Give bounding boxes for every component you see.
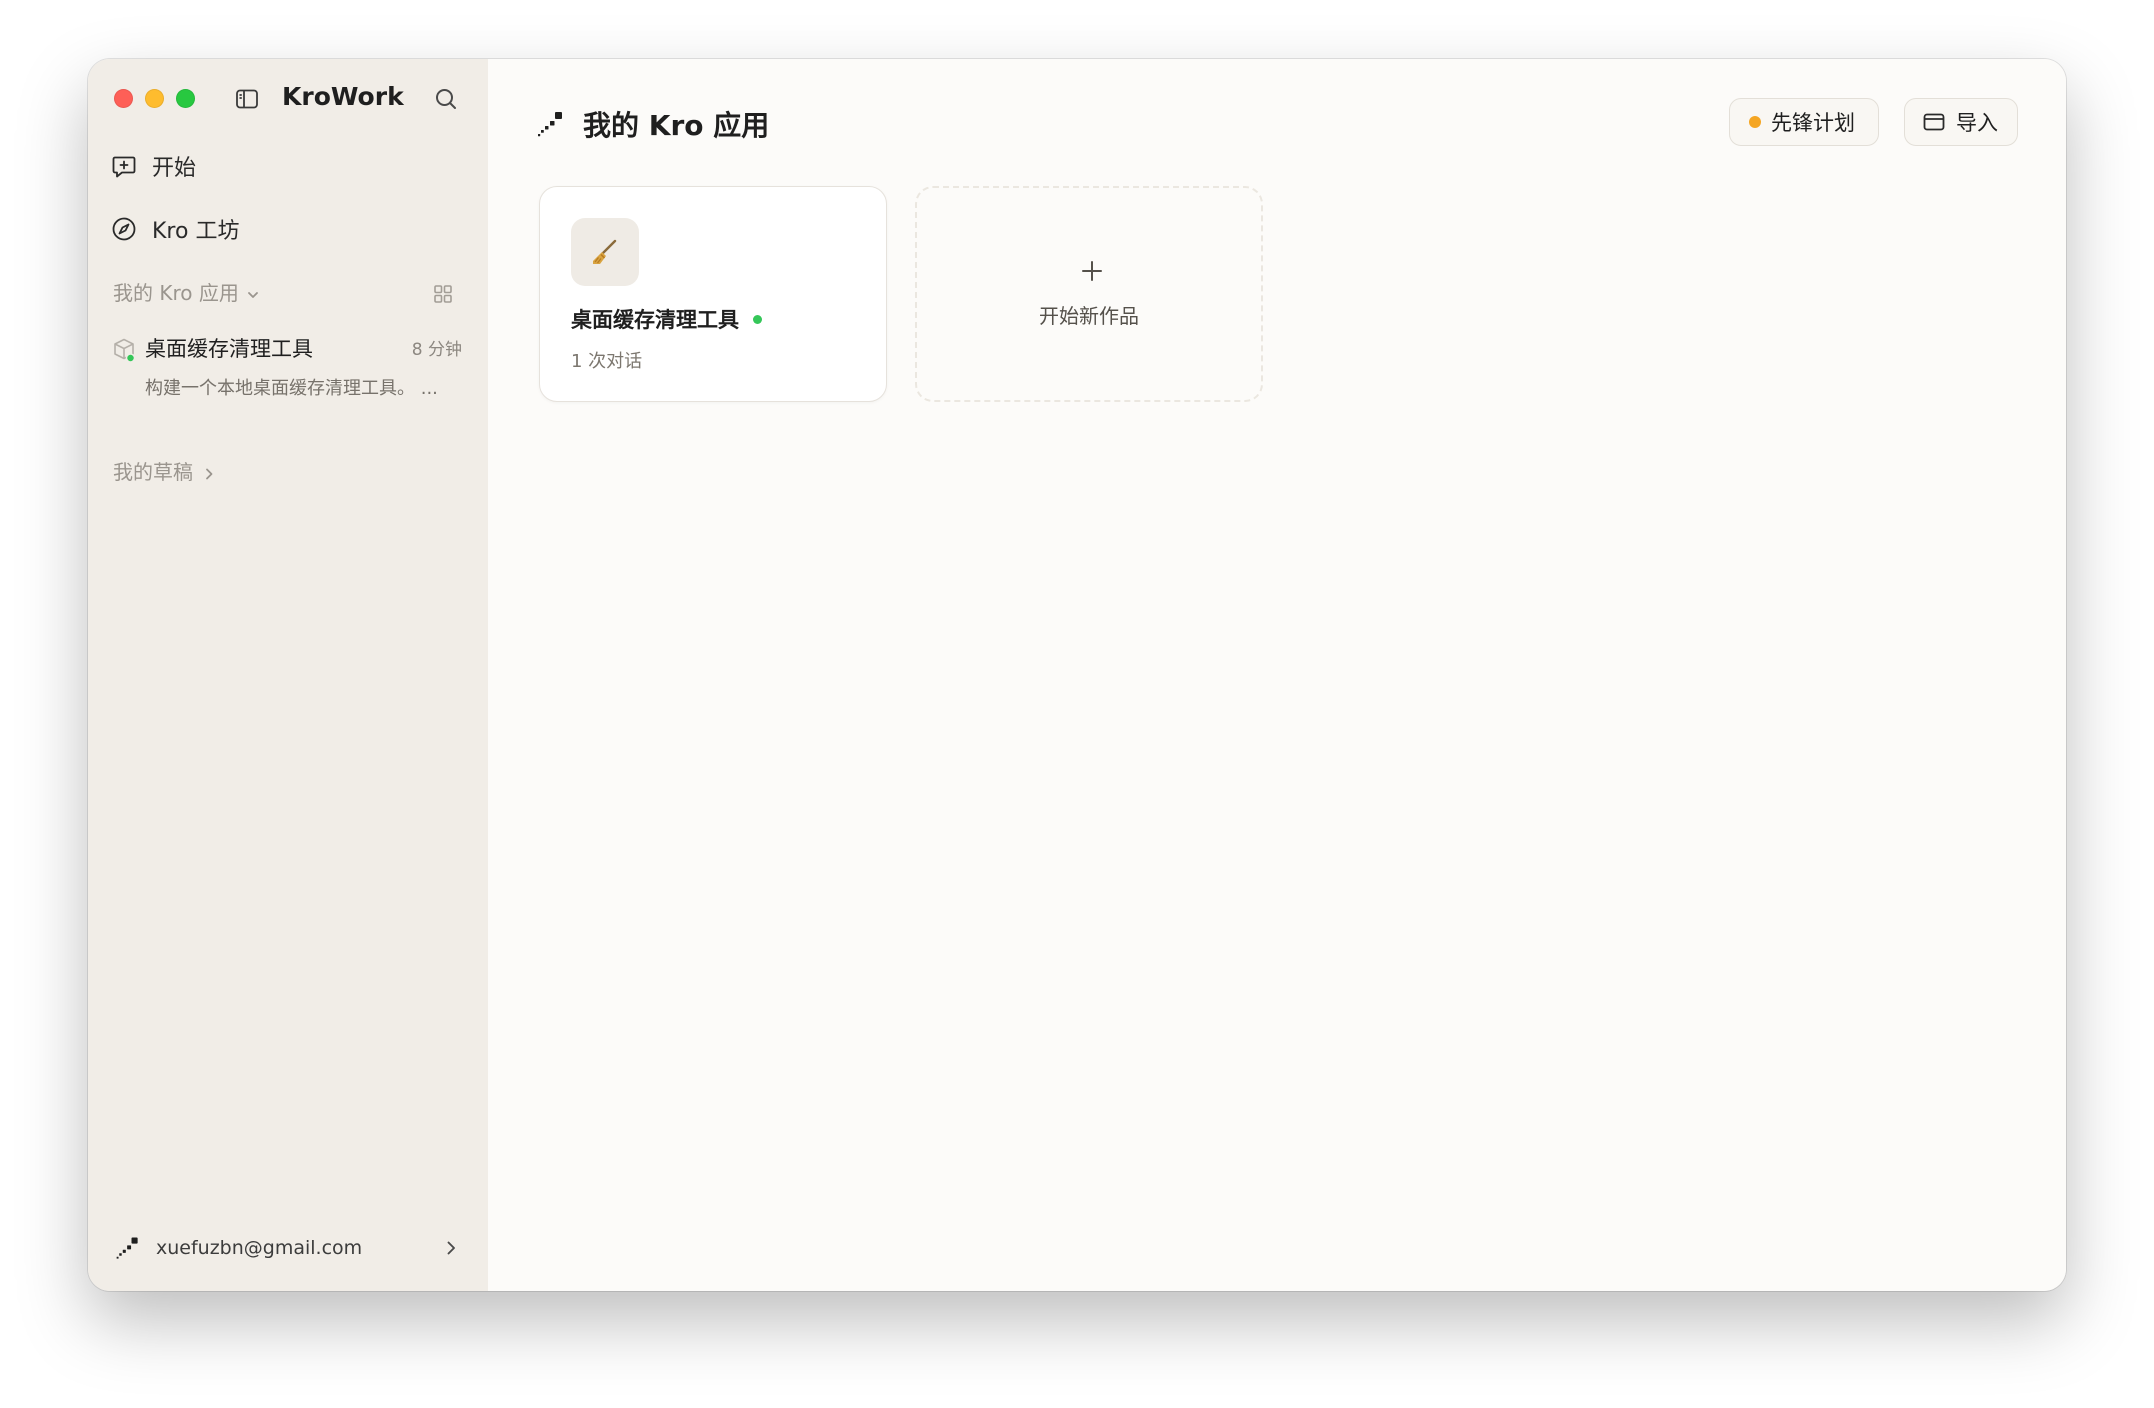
app-description: 构建一个本地桌面缓存清理工具。 ... <box>145 378 438 399</box>
active-status-dot <box>753 314 762 324</box>
account-email: xuefuzbn@gmail.com <box>156 1237 363 1259</box>
button-label: 导入 <box>1956 111 1998 135</box>
app-window: KroWork 开始 Kro 工坊 我的 Kro 应用 桌面缓存清理工具 8 分… <box>88 59 2066 1291</box>
sidebar-item-workshop[interactable]: Kro 工坊 <box>110 207 466 251</box>
chat-plus-icon <box>110 152 138 180</box>
new-project-label: 开始新作品 <box>1039 304 1139 328</box>
search-icon[interactable] <box>432 85 460 113</box>
close-window-button[interactable] <box>114 89 133 108</box>
sidebar-item-label: 开始 <box>152 156 197 181</box>
app-timestamp: 8 分钟 <box>411 340 462 360</box>
kro-logo-icon <box>114 1234 142 1262</box>
import-button[interactable]: 导入 <box>1904 98 2018 146</box>
chevron-right-icon <box>442 1239 460 1257</box>
sidebar-toggle-icon[interactable] <box>234 86 260 112</box>
my-apps-section-toggle[interactable]: 我的 Kro 应用 <box>113 277 261 306</box>
app-title: KroWork <box>282 82 404 111</box>
app-name: 桌面缓存清理工具 <box>571 308 739 332</box>
sidebar-item-label: Kro 工坊 <box>152 219 240 244</box>
kro-logo-icon <box>535 108 567 140</box>
section-label: 我的 Kro 应用 <box>113 281 239 305</box>
button-label: 先锋计划 <box>1771 111 1855 135</box>
new-project-card[interactable]: 开始新作品 <box>915 186 1263 402</box>
main-content: 我的 Kro 应用 先锋计划 导入 桌面缓存清理工具 1 次对话 开始新作品 <box>488 59 2066 1291</box>
pioneer-program-button[interactable]: 先锋计划 <box>1729 98 1879 146</box>
minimize-window-button[interactable] <box>145 89 164 108</box>
broom-icon <box>571 218 639 286</box>
plus-icon <box>1079 258 1105 284</box>
compass-icon <box>110 215 138 243</box>
status-dot <box>1749 116 1761 128</box>
window-icon <box>1922 110 1946 134</box>
page-header: 我的 Kro 应用 <box>535 104 769 144</box>
page-title: 我的 Kro 应用 <box>583 109 770 142</box>
sidebar-app-item[interactable]: 桌面缓存清理工具 8 分钟 构建一个本地桌面缓存清理工具。 ... <box>110 325 470 411</box>
app-card-title: 桌面缓存清理工具 <box>571 304 762 334</box>
app-package-icon <box>112 337 136 363</box>
sidebar: KroWork 开始 Kro 工坊 我的 Kro 应用 桌面缓存清理工具 8 分… <box>88 59 488 1291</box>
app-name: 桌面缓存清理工具 <box>145 337 313 361</box>
grid-view-icon[interactable] <box>432 283 454 305</box>
my-drafts-link[interactable]: 我的草稿 <box>113 456 217 485</box>
account-menu[interactable]: xuefuzbn@gmail.com <box>114 1231 464 1265</box>
chevron-down-icon <box>245 284 261 300</box>
app-card[interactable]: 桌面缓存清理工具 1 次对话 <box>539 186 887 402</box>
conversation-count: 1 次对话 <box>571 351 643 372</box>
chevron-right-icon <box>201 463 217 479</box>
sidebar-item-start[interactable]: 开始 <box>110 144 466 188</box>
zoom-window-button[interactable] <box>176 89 195 108</box>
drafts-label: 我的草稿 <box>113 460 193 484</box>
